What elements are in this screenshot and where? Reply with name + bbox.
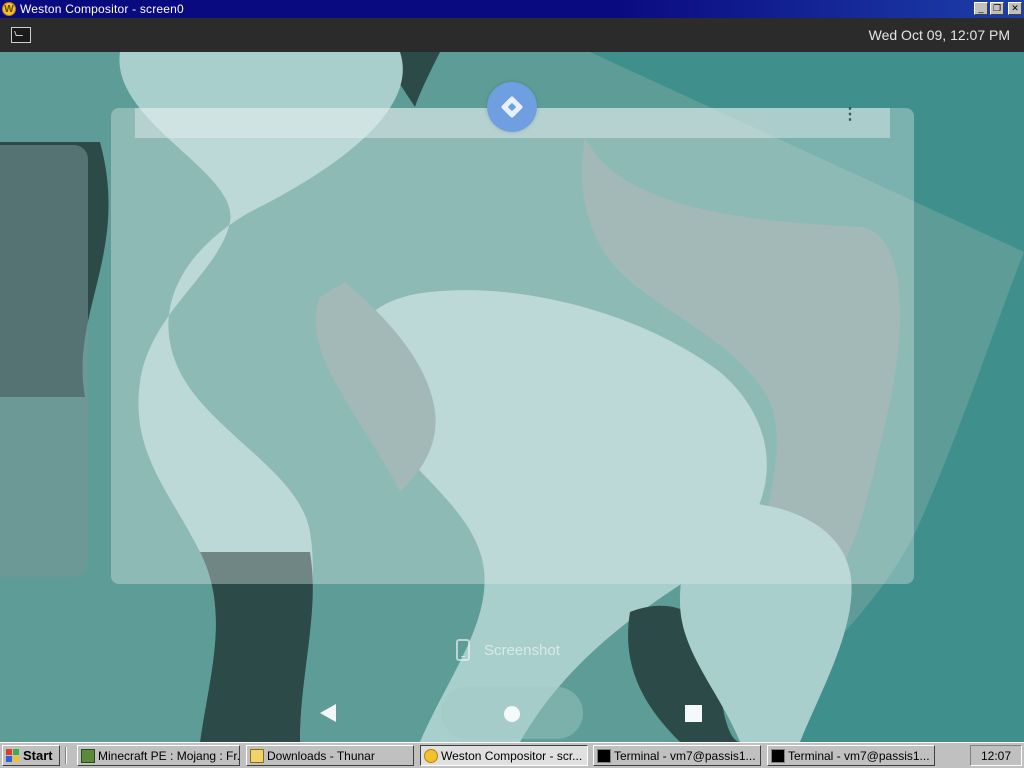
minimize-button[interactable]: _	[974, 2, 988, 15]
taskbar-item-label: Minecraft PE : Mojang : Fr...	[98, 748, 240, 763]
recents-icon[interactable]	[685, 705, 702, 722]
android-recents-screen: ⋮ Screenshot	[0, 52, 1024, 742]
recent-app-card[interactable]: ⋮	[111, 107, 914, 584]
system-tray-clock[interactable]: 12:07	[970, 745, 1022, 766]
back-icon[interactable]	[320, 704, 336, 722]
terminal-launcher-icon[interactable]	[11, 27, 31, 43]
restore-button[interactable]: ❐	[990, 2, 1004, 15]
screenshot-action[interactable]: Screenshot	[456, 637, 560, 663]
panel-clock: Wed Oct 09, 12:07 PM	[868, 27, 1010, 43]
screenshot-label: Screenshot	[484, 641, 560, 659]
taskbar-item-downloads[interactable]: Downloads - Thunar	[246, 745, 414, 766]
taskbar-item-terminal-1[interactable]: Terminal - vm7@passis1...	[593, 745, 761, 766]
window-titlebar[interactable]: W Weston Compositor - screen0 _ ❐ ✕	[0, 0, 1024, 18]
terminal-icon	[597, 748, 611, 763]
folder-icon	[250, 748, 264, 763]
home-icon[interactable]	[504, 706, 520, 722]
terminal-icon	[771, 748, 785, 763]
taskbar-item-terminal-2[interactable]: Terminal - vm7@passis1...	[767, 745, 935, 766]
start-label: Start	[23, 748, 53, 763]
diamond-glyph	[500, 95, 524, 119]
more-options-icon[interactable]: ⋮	[842, 107, 858, 130]
close-button[interactable]: ✕	[1008, 2, 1022, 15]
taskbar-item-minecraft[interactable]: Minecraft PE : Mojang : Fr...	[77, 745, 240, 766]
taskbar: Start Minecraft PE : Mojang : Fr... Down…	[0, 742, 1024, 768]
weston-icon	[424, 748, 438, 763]
taskbar-item-label: Terminal - vm7@passis1...	[614, 748, 756, 763]
window-controls: _ ❐ ✕	[974, 2, 1022, 15]
taskbar-item-weston[interactable]: Weston Compositor - scr...	[420, 745, 588, 766]
taskbar-separator	[65, 747, 67, 764]
app-diamond-icon[interactable]	[487, 82, 537, 132]
taskbar-item-label: Weston Compositor - scr...	[441, 748, 583, 763]
screenshot-icon	[456, 639, 470, 661]
taskbar-item-label: Terminal - vm7@passis1...	[788, 748, 930, 763]
minecraft-icon	[81, 748, 95, 763]
weston-app-icon: W	[2, 2, 16, 16]
windows-logo-icon	[6, 748, 20, 763]
weston-panel: Wed Oct 09, 12:07 PM	[0, 18, 1024, 52]
window-title: Weston Compositor - screen0	[20, 2, 184, 16]
taskbar-item-label: Downloads - Thunar	[267, 748, 375, 763]
previous-recent-card[interactable]	[0, 145, 88, 577]
start-button[interactable]: Start	[2, 745, 60, 766]
